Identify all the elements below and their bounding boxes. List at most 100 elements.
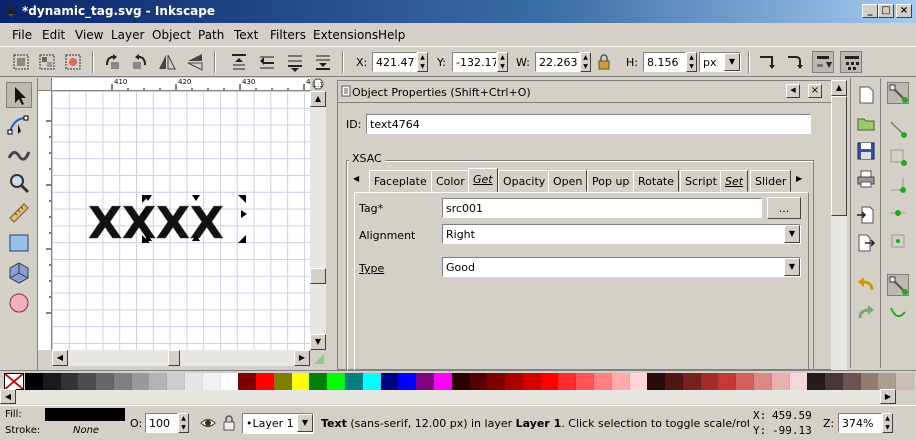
selector-tool-icon[interactable] <box>6 82 32 108</box>
unit-select[interactable]: px ▼ <box>699 52 741 72</box>
scroll-down-button[interactable]: ▼ <box>310 334 326 350</box>
x-coordinate-input[interactable]: 421.471 <box>372 52 417 72</box>
raise-icon[interactable] <box>256 51 278 73</box>
palette-scroll-right-button[interactable]: ▶ <box>880 389 896 404</box>
scroll-left-button[interactable]: ◀ <box>52 350 68 366</box>
palette-scrollbar[interactable]: ◀ ▶ <box>0 389 896 404</box>
palette-scroll-left-button[interactable]: ◀ <box>0 389 16 404</box>
color-swatch[interactable] <box>878 373 897 390</box>
menu-edit[interactable]: Edit <box>42 28 65 42</box>
color-swatch[interactable] <box>345 373 364 390</box>
color-swatch[interactable] <box>522 373 541 390</box>
color-swatch[interactable] <box>238 373 257 390</box>
color-swatch[interactable] <box>665 373 684 390</box>
color-swatch[interactable] <box>558 373 577 390</box>
drawing-canvas[interactable]: XXXX <box>52 91 310 350</box>
zoom-tool-icon[interactable] <box>6 170 32 196</box>
import-icon[interactable] <box>855 204 877 226</box>
scroll-right-button[interactable]: ▶ <box>294 350 310 366</box>
height-spin-button[interactable]: ▲ ▼ <box>686 52 697 72</box>
alignment-select[interactable]: Right ▼ <box>442 224 801 244</box>
height-input[interactable]: 8.156 <box>643 52 686 72</box>
color-swatch[interactable] <box>42 373 61 390</box>
tweak-tool-icon[interactable] <box>6 140 32 166</box>
measure-tool-icon[interactable] <box>6 200 32 226</box>
dock-scroll-thumb[interactable] <box>831 96 847 216</box>
flip-vertical-icon[interactable] <box>184 51 206 73</box>
x-spin-button[interactable]: ▲ ▼ <box>417 52 428 72</box>
tab-scroll-left-icon[interactable]: ◀ <box>353 174 359 183</box>
layer-lock-icon[interactable] <box>222 415 236 431</box>
move-gradients-icon[interactable] <box>812 51 834 73</box>
color-swatch[interactable] <box>202 373 221 390</box>
redo-icon[interactable] <box>855 302 877 324</box>
menu-filters[interactable]: Filters <box>270 28 306 42</box>
color-swatch[interactable] <box>149 373 168 390</box>
color-swatch[interactable] <box>469 373 488 390</box>
opacity-spin-button[interactable]: ▲ ▼ <box>178 413 189 433</box>
zoom-corner-button[interactable]: 1:1 <box>310 78 326 91</box>
color-swatch[interactable] <box>682 373 701 390</box>
snap-bbox-icon[interactable] <box>887 118 909 140</box>
dock-iconify-button[interactable]: ◀ <box>786 84 800 98</box>
scale-stroke-icon[interactable] <box>756 51 778 73</box>
color-manage-icon[interactable] <box>312 352 326 366</box>
color-swatch[interactable] <box>736 373 755 390</box>
color-swatch[interactable] <box>362 373 381 390</box>
color-swatch[interactable] <box>505 373 524 390</box>
color-swatch[interactable] <box>789 373 808 390</box>
menu-file[interactable]: File <box>12 28 32 42</box>
rectangle-tool-icon[interactable] <box>6 230 32 256</box>
ellipse-tool-icon[interactable] <box>6 290 32 316</box>
menu-view[interactable]: View <box>75 28 103 42</box>
node-tool-icon[interactable] <box>6 112 32 138</box>
color-swatch[interactable] <box>611 373 630 390</box>
snap-bbox-edge-icon[interactable] <box>887 146 909 168</box>
color-swatch[interactable] <box>700 373 719 390</box>
rotate-ccw-icon[interactable] <box>102 51 124 73</box>
y-coordinate-input[interactable]: -132.17 <box>452 52 497 72</box>
snap-path-icon[interactable] <box>887 302 909 324</box>
color-swatch[interactable] <box>96 373 115 390</box>
color-swatch[interactable] <box>309 373 328 390</box>
color-swatch[interactable] <box>131 373 150 390</box>
color-swatch[interactable] <box>113 373 132 390</box>
menu-extensions[interactable]: Extensions <box>313 28 378 42</box>
color-swatch[interactable] <box>593 373 612 390</box>
canvas-horizontal-scrollbar[interactable]: ◀ ▶ <box>52 350 310 366</box>
lower-to-bottom-icon[interactable] <box>312 51 334 73</box>
maximize-button[interactable]: □ <box>878 4 894 18</box>
id-input[interactable]: text4764 <box>366 114 811 134</box>
scroll-thumb[interactable] <box>310 268 326 284</box>
select-all-icon[interactable] <box>10 51 32 73</box>
color-swatch[interactable] <box>842 373 861 390</box>
color-swatch[interactable] <box>771 373 790 390</box>
menu-help[interactable]: Help <box>378 28 405 42</box>
selected-text-object[interactable]: XXXX <box>88 198 224 250</box>
hscroll-thumb[interactable] <box>168 350 180 366</box>
tab-get[interactable]: Get <box>468 168 498 193</box>
tab-set[interactable]: Set <box>720 170 749 192</box>
dock-close-button[interactable]: × <box>808 84 822 98</box>
opacity-input[interactable]: 100 <box>145 413 178 433</box>
color-swatch[interactable] <box>540 373 559 390</box>
color-swatch[interactable] <box>327 373 346 390</box>
menu-layer[interactable]: Layer <box>111 28 144 42</box>
color-swatch[interactable] <box>25 373 43 390</box>
color-swatch[interactable] <box>185 373 204 390</box>
color-swatch[interactable] <box>753 373 772 390</box>
undo-icon[interactable] <box>855 274 877 296</box>
snap-center-icon[interactable] <box>887 230 909 252</box>
color-swatch[interactable] <box>256 373 275 390</box>
tab-rotate[interactable]: Rotate <box>633 170 680 192</box>
flip-horizontal-icon[interactable] <box>156 51 178 73</box>
lower-icon[interactable] <box>284 51 306 73</box>
color-swatch[interactable] <box>291 373 310 390</box>
color-swatch[interactable] <box>60 373 79 390</box>
canvas-vertical-scrollbar[interactable]: ▲ ▼ <box>310 91 326 350</box>
raise-to-top-icon[interactable] <box>228 51 250 73</box>
tab-open[interactable]: Open <box>548 170 588 192</box>
layer-select[interactable]: •Layer 1 ▼ <box>242 413 314 434</box>
snap-midpoint-icon[interactable] <box>887 202 909 224</box>
open-folder-icon[interactable] <box>855 112 877 134</box>
